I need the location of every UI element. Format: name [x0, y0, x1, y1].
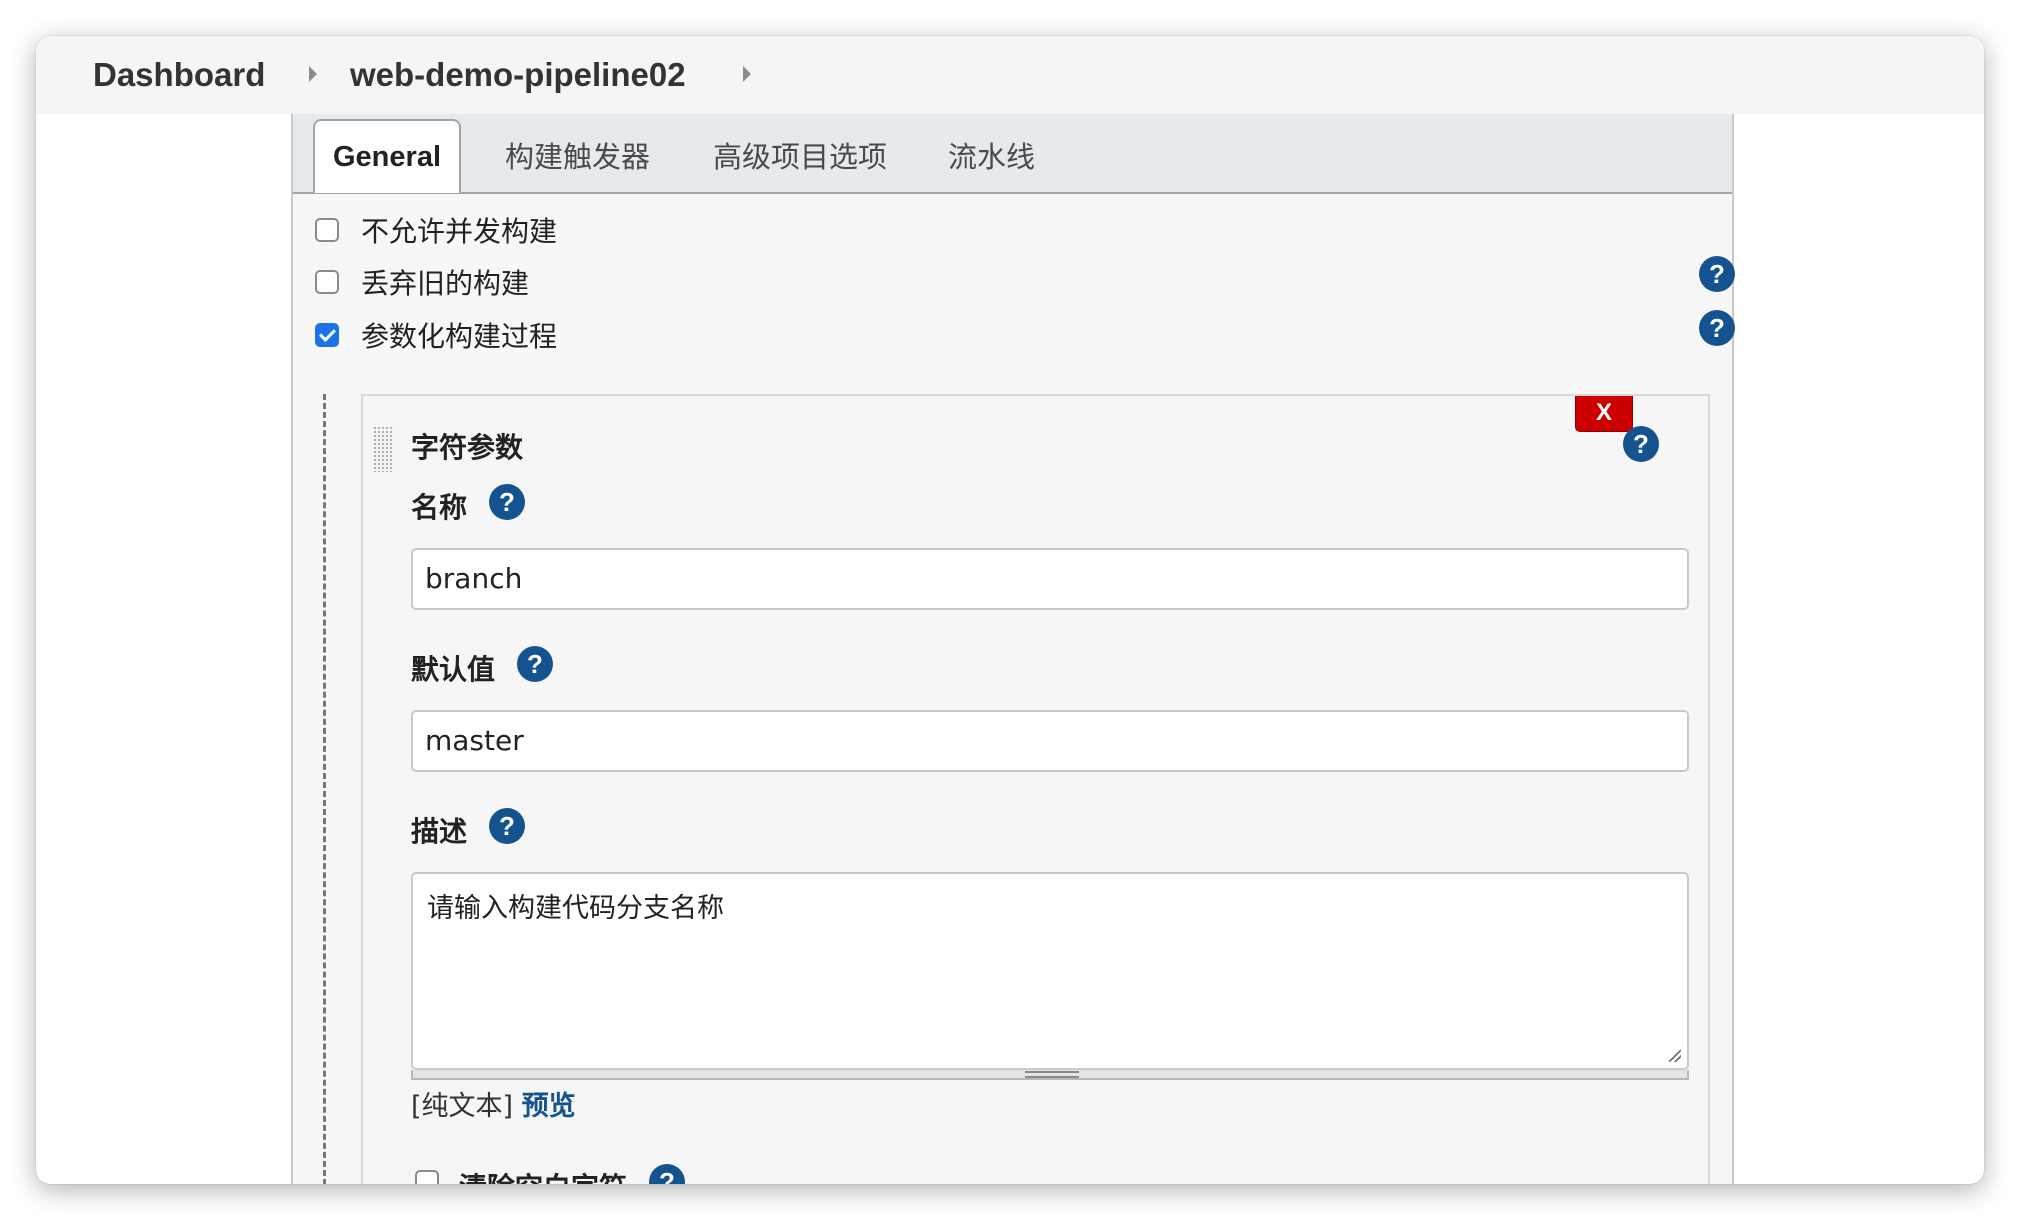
parameterized-checkbox[interactable] [315, 323, 339, 347]
job-config-panel: General 构建触发器 高级项目选项 流水线 不允许并发构建 丢弃旧的构建 … [291, 114, 1735, 1184]
name-input[interactable]: branch [411, 548, 1689, 610]
description-text: 请输入构建代码分支名称 [427, 893, 724, 924]
description-help-icon[interactable]: ? [489, 808, 525, 844]
plain-text-label: [纯文本] [411, 1091, 514, 1122]
trim-whitespace-label: 清除空白字符 [459, 1166, 627, 1184]
tab-general[interactable]: General [313, 119, 461, 193]
tab-pipeline[interactable]: 流水线 [948, 134, 1035, 176]
parameterized-label: 参数化构建过程 [361, 320, 558, 353]
default-value-label: 默认值 [411, 653, 496, 686]
tab-build-triggers[interactable]: 构建触发器 [505, 134, 650, 176]
disable-concurrent-label: 不允许并发构建 [361, 215, 558, 248]
trim-whitespace-help-icon[interactable]: ? [649, 1164, 685, 1184]
delete-parameter-button[interactable]: X [1575, 396, 1633, 432]
preview-link[interactable]: 预览 [522, 1091, 576, 1122]
resize-grip-icon[interactable] [1669, 1050, 1681, 1062]
description-label: 描述 [411, 815, 468, 848]
markup-format-line: [纯文本] 预览 [411, 1084, 576, 1123]
tab-advanced-options[interactable]: 高级项目选项 [713, 134, 887, 176]
config-tabbar: General 构建触发器 高级项目选项 流水线 [293, 114, 1732, 194]
textarea-resize-bar[interactable] [411, 1070, 1689, 1080]
drag-handle-icon[interactable] [373, 426, 393, 472]
breadcrumb: Dashboard web-demo-pipeline02 [36, 36, 1984, 114]
parameter-help-icon[interactable]: ? [1623, 426, 1659, 462]
string-parameter-block: X ? 字符参数 名称 ? branch 默认值 ? master 描述 ? 请… [361, 394, 1710, 1184]
tab-general-label: General [333, 141, 441, 173]
parameter-group-dashed-line [323, 394, 326, 1184]
breadcrumb-chevron-icon[interactable] [743, 66, 751, 82]
discard-old-builds-checkbox[interactable] [315, 270, 339, 294]
description-textarea[interactable]: 请输入构建代码分支名称 [411, 872, 1689, 1070]
discard-old-builds-help-icon[interactable]: ? [1699, 256, 1735, 292]
breadcrumb-job-link[interactable]: web-demo-pipeline02 [350, 56, 686, 94]
breadcrumb-dashboard-link[interactable]: Dashboard [93, 56, 265, 94]
disable-concurrent-checkbox[interactable] [315, 218, 339, 242]
parameterized-help-icon[interactable]: ? [1699, 310, 1735, 346]
name-help-icon[interactable]: ? [489, 484, 525, 520]
trim-whitespace-checkbox[interactable] [415, 1170, 439, 1184]
name-label: 名称 [411, 491, 468, 524]
parameter-type-title: 字符参数 [411, 431, 524, 464]
discard-old-builds-label: 丢弃旧的构建 [361, 267, 530, 300]
default-value-help-icon[interactable]: ? [517, 646, 553, 682]
default-value-input[interactable]: master [411, 710, 1689, 772]
breadcrumb-chevron-icon[interactable] [309, 66, 317, 82]
browser-window: Dashboard web-demo-pipeline02 General 构建… [36, 36, 1984, 1184]
